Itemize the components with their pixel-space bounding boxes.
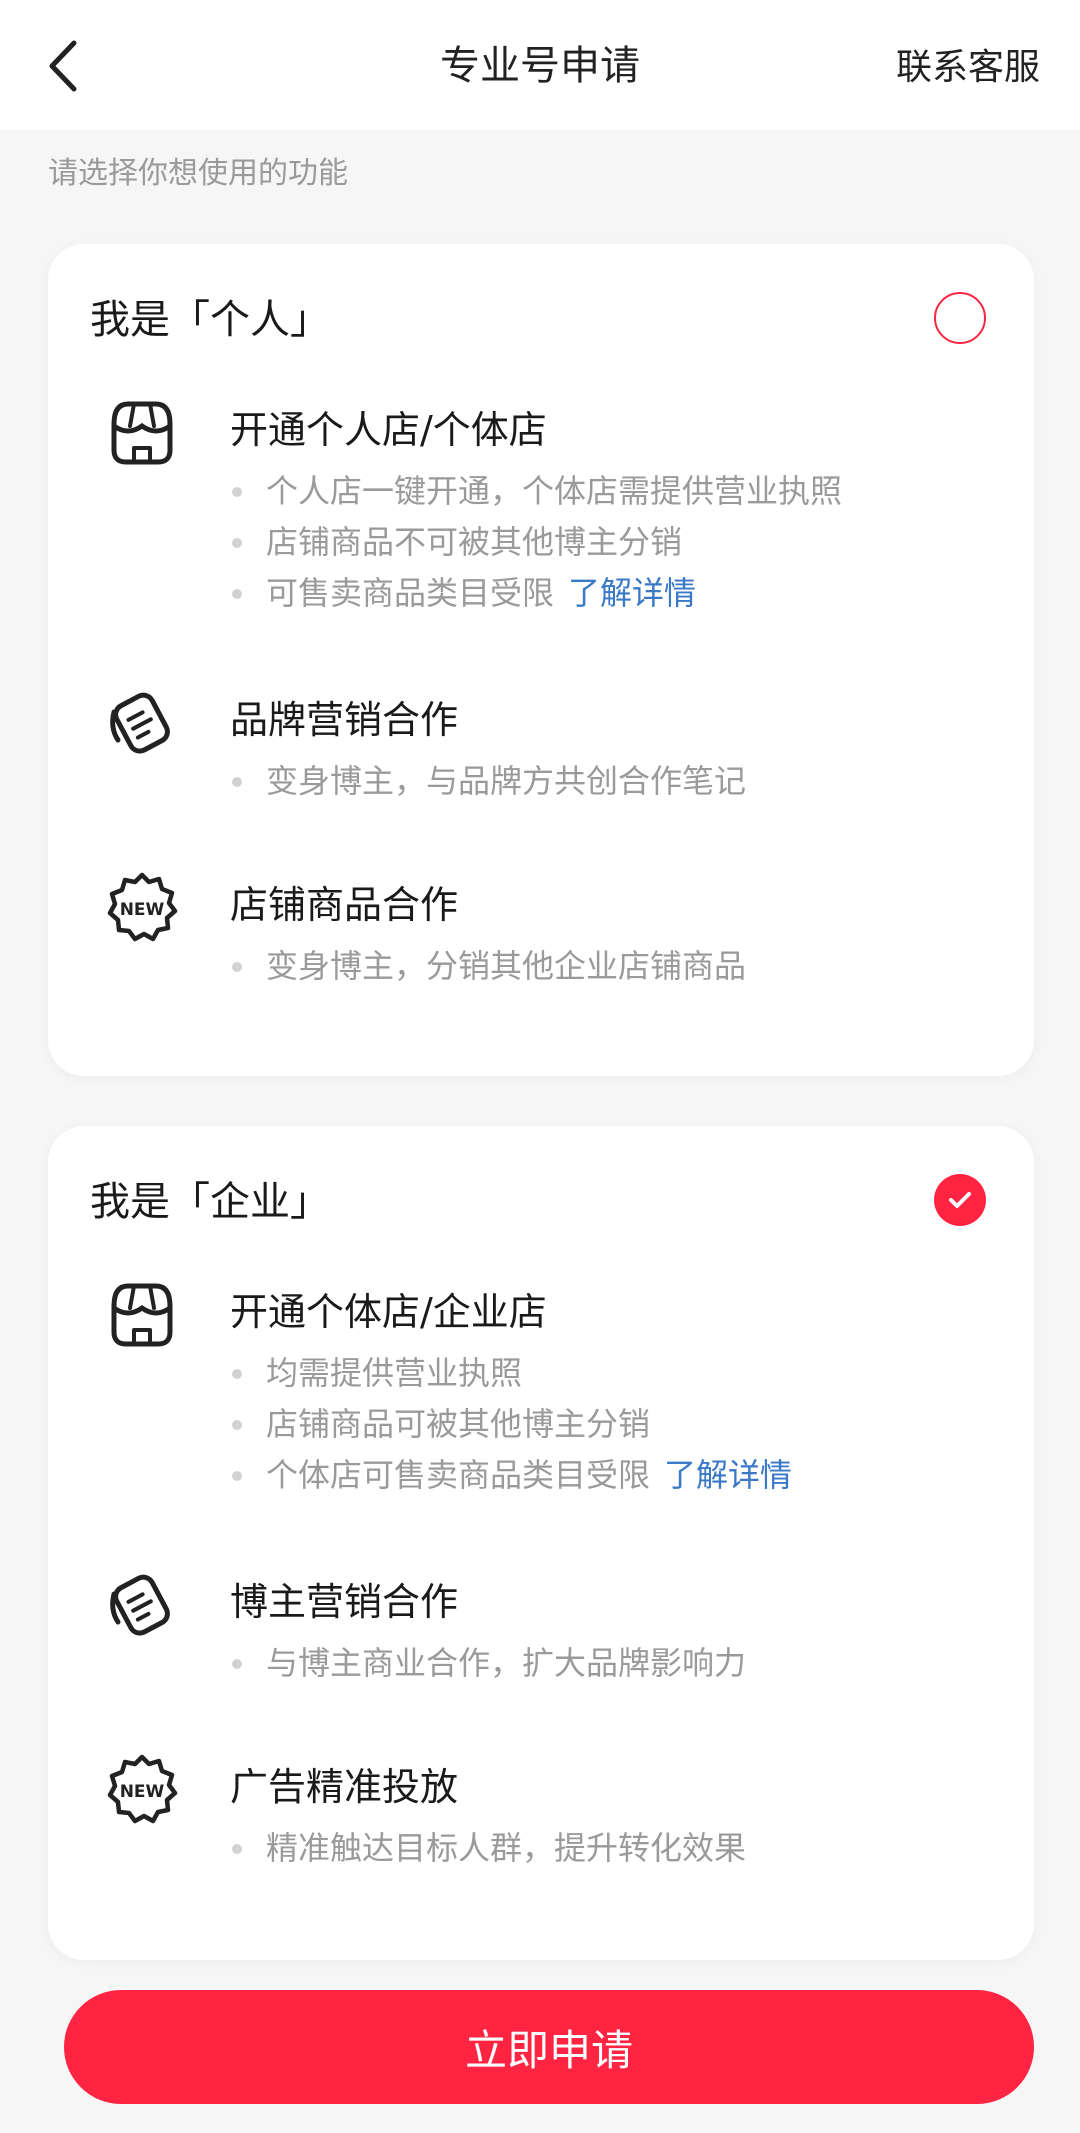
bullet-text: 可售卖商品类目受限	[266, 574, 555, 612]
checkmark-icon	[949, 1192, 971, 1208]
bullet-item: 变身博主，与品牌方共创合作笔记	[230, 756, 746, 807]
top-nav-bar: 专业号申请 联系客服	[0, 0, 1080, 130]
learn-more-link[interactable]: 了解详情	[568, 574, 696, 612]
svg-text:NEW: NEW	[120, 1782, 165, 1802]
feature-bullets: 变身博主，与品牌方共创合作笔记	[230, 756, 746, 807]
bullet-item: 均需提供营业执照	[230, 1348, 792, 1399]
feature-title: 博主营销合作	[230, 1580, 459, 1624]
feature-bullets: 精准触达目标人群，提升转化效果	[230, 1823, 746, 1874]
storefront-icon	[111, 401, 173, 465]
new-badge-icon: NEW	[107, 1754, 178, 1824]
bullet-item: 与博主商业合作，扩大品牌影响力	[230, 1638, 746, 1689]
bullet-item: 变身博主，分销其他企业店铺商品	[230, 941, 746, 992]
apply-now-button[interactable]: 立即申请	[64, 1990, 1034, 2104]
feature-bullets: 变身博主，分销其他企业店铺商品	[230, 941, 746, 992]
notes-cards-icon	[110, 1574, 170, 1636]
feature-bullets: 均需提供营业执照 店铺商品可被其他博主分销 个体店可售卖商品类目受限 了解详情	[230, 1348, 792, 1501]
bullet-item: 个人店一键开通，个体店需提供营业执照	[230, 466, 842, 517]
bullet-item: 精准触达目标人群，提升转化效果	[230, 1823, 746, 1874]
page-subtitle: 请选择你想使用的功能	[48, 156, 348, 191]
feature-title: 开通个人店/个体店	[230, 408, 547, 452]
bullet-item: 店铺商品不可被其他博主分销	[230, 517, 842, 568]
enterprise-option-card[interactable]: 我是「企业」 开通个体店/企业店 均需提供营业执照 店铺商品可被其他博主分销 个…	[48, 1126, 1034, 1960]
personal-radio-unchecked[interactable]	[934, 292, 986, 344]
svg-text:NEW: NEW	[120, 900, 165, 920]
enterprise-card-title: 我是「企业」	[90, 1179, 330, 1225]
bullet-item: 个体店可售卖商品类目受限 了解详情	[230, 1450, 792, 1501]
personal-option-card[interactable]: 我是「个人」 开通个人店/个体店 个人店一键开通，个体店需提供营业执照 店铺商品…	[48, 244, 1034, 1076]
feature-bullets: 与博主商业合作，扩大品牌影响力	[230, 1638, 746, 1689]
bullet-item: 店铺商品可被其他博主分销	[230, 1399, 792, 1450]
storefront-icon	[111, 1283, 173, 1347]
feature-title: 广告精准投放	[230, 1765, 459, 1809]
contact-support-button[interactable]: 联系客服	[896, 40, 1040, 96]
new-badge-icon: NEW	[107, 872, 178, 942]
feature-title: 店铺商品合作	[230, 883, 459, 927]
personal-card-title: 我是「个人」	[90, 297, 330, 343]
feature-title: 品牌营销合作	[230, 698, 459, 742]
notes-cards-icon	[110, 692, 170, 754]
feature-bullets: 个人店一键开通，个体店需提供营业执照 店铺商品不可被其他博主分销 可售卖商品类目…	[230, 466, 842, 619]
enterprise-radio-checked[interactable]	[934, 1174, 986, 1226]
bullet-text: 个体店可售卖商品类目受限	[266, 1456, 651, 1494]
bullet-item: 可售卖商品类目受限 了解详情	[230, 568, 842, 619]
feature-title: 开通个体店/企业店	[230, 1290, 547, 1334]
learn-more-link[interactable]: 了解详情	[664, 1456, 792, 1494]
